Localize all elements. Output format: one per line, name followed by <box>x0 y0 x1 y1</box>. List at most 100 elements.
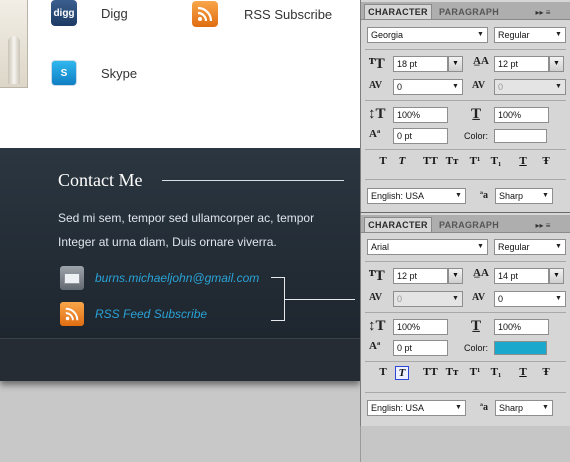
tracking-icon: AV <box>472 292 486 303</box>
leading-dropdown[interactable]: ▼ <box>549 56 564 72</box>
panel-menu-icon[interactable]: ▸▸ ≡ <box>529 218 557 232</box>
vertical-scale-field[interactable]: 100% <box>393 319 448 335</box>
font-style-select[interactable]: Regular ▼ <box>494 239 566 255</box>
chevron-down-icon: ▼ <box>452 83 459 90</box>
underline-button[interactable]: T <box>516 155 530 167</box>
building-thumbnail <box>0 0 28 88</box>
kerning-value: 0 <box>397 82 403 92</box>
font-size-icon: ᵀT <box>369 56 385 72</box>
divider <box>365 392 566 393</box>
antialias-value: Sharp <box>499 403 524 413</box>
font-size-field[interactable]: 18 pt <box>393 56 448 72</box>
language-select[interactable]: English: USA ▼ <box>367 188 466 204</box>
antialias-icon: ªa <box>480 190 488 201</box>
baseline-shift-icon: Aª <box>369 340 381 352</box>
panel-tabbar: CHARACTER PARAGRAPH ▸▸ ≡ <box>361 215 570 233</box>
antialias-select[interactable]: Sharp ▼ <box>495 400 553 416</box>
rss-icon <box>192 1 218 27</box>
font-size-dropdown[interactable]: ▼ <box>448 268 463 284</box>
chevron-down-icon: ▼ <box>542 404 549 411</box>
tracking-icon: AV <box>472 80 486 91</box>
vertical-scale-icon: ↕T <box>368 106 386 122</box>
email-link[interactable]: burns.michaeljohn@gmail.com <box>95 271 259 285</box>
vertical-scale-icon: ↕T <box>368 318 386 334</box>
social-skype[interactable]: S Skype <box>51 60 137 86</box>
social-rss[interactable]: RSS Subscribe <box>192 1 332 27</box>
antialias-select[interactable]: Sharp ▼ <box>495 188 553 204</box>
leading-field[interactable]: 12 pt <box>494 56 549 72</box>
kerning-icon: AV <box>369 292 383 303</box>
horizontal-scale-icon: T̲ <box>471 106 482 122</box>
strikethrough-button[interactable]: Ŧ <box>539 366 553 378</box>
vertical-scale-field[interactable]: 100% <box>393 107 448 123</box>
kerning-select[interactable]: 0 ▼ <box>393 291 463 307</box>
chevron-down-icon: ▼ <box>477 243 484 250</box>
small-caps-button[interactable]: Tт <box>445 155 459 167</box>
annotation-bracket <box>271 277 285 321</box>
superscript-button[interactable]: T¹ <box>468 155 482 167</box>
tracking-value: 0 <box>498 294 504 304</box>
contact-text-line-1: Sed mi sem, tempor sed ullamcorper ac, t… <box>58 211 315 225</box>
rss-feed-icon <box>60 302 84 326</box>
kerning-value: 0 <box>397 294 403 304</box>
tab-character[interactable]: CHARACTER <box>364 4 432 19</box>
font-family-value: Arial <box>371 242 390 252</box>
antialias-icon: ªa <box>480 402 488 413</box>
divider <box>365 179 566 180</box>
all-caps-button[interactable]: TT <box>423 155 438 167</box>
baseline-shift-field[interactable]: 0 pt <box>393 340 448 356</box>
divider <box>365 49 566 50</box>
divider <box>365 312 566 313</box>
chevron-down-icon: ▼ <box>477 31 484 38</box>
font-family-value: Georgia <box>371 30 404 40</box>
panel-menu-icon[interactable]: ▸▸ ≡ <box>529 5 557 19</box>
subscript-button[interactable]: T₁ <box>489 155 503 167</box>
underline-button[interactable]: T <box>516 366 530 378</box>
contact-text-line-2: Integer at urna diam, Duis ornare viverr… <box>58 235 277 249</box>
tracking-select[interactable]: 0 ▼ <box>494 79 566 95</box>
kerning-select[interactable]: 0 ▼ <box>393 79 463 95</box>
language-value: English: USA <box>371 403 425 413</box>
panel-background <box>360 426 570 462</box>
horizontal-scale-field[interactable]: 100% <box>494 319 549 335</box>
divider <box>365 149 566 150</box>
language-select[interactable]: English: USA ▼ <box>367 400 466 416</box>
social-section: digg Digg RSS Subscribe S Skype <box>0 0 360 148</box>
color-swatch[interactable] <box>494 341 547 355</box>
language-value: English: USA <box>371 191 425 201</box>
kerning-icon: AV <box>369 80 383 91</box>
faux-bold-button[interactable]: T <box>376 366 390 378</box>
tab-paragraph[interactable]: PARAGRAPH <box>434 217 504 232</box>
tab-character[interactable]: CHARACTER <box>364 217 432 232</box>
leading-icon: A̲A <box>473 55 489 67</box>
annotation-line <box>285 299 355 300</box>
title-divider <box>162 180 344 181</box>
web-page-preview: digg Digg RSS Subscribe S Skype Contact … <box>0 0 360 462</box>
tracking-select[interactable]: 0 ▼ <box>494 291 566 307</box>
font-family-select[interactable]: Georgia ▼ <box>367 27 488 43</box>
faux-bold-button[interactable]: T <box>376 155 390 167</box>
faux-italic-button[interactable]: T <box>395 366 409 380</box>
color-swatch[interactable] <box>494 129 547 143</box>
subscript-button[interactable]: T₁ <box>489 366 503 378</box>
font-size-field[interactable]: 12 pt <box>393 268 448 284</box>
faux-italic-button[interactable]: T <box>395 155 409 167</box>
all-caps-button[interactable]: TT <box>423 366 438 378</box>
strikethrough-button[interactable]: Ŧ <box>539 155 553 167</box>
leading-field[interactable]: 14 pt <box>494 268 549 284</box>
font-style-select[interactable]: Regular ▼ <box>494 27 566 43</box>
social-digg[interactable]: digg Digg <box>51 0 128 26</box>
superscript-button[interactable]: T¹ <box>468 366 482 378</box>
footer-bottom-bar <box>0 338 360 381</box>
tab-paragraph[interactable]: PARAGRAPH <box>434 4 504 19</box>
rss-feed-row: RSS Feed Subscribe <box>60 302 207 326</box>
leading-dropdown[interactable]: ▼ <box>549 268 564 284</box>
divider <box>365 361 566 362</box>
rss-feed-link[interactable]: RSS Feed Subscribe <box>95 307 207 321</box>
font-size-dropdown[interactable]: ▼ <box>448 56 463 72</box>
chevron-down-icon: ▼ <box>555 83 562 90</box>
small-caps-button[interactable]: Tт <box>445 366 459 378</box>
font-family-select[interactable]: Arial ▼ <box>367 239 488 255</box>
baseline-shift-field[interactable]: 0 pt <box>393 128 448 144</box>
horizontal-scale-field[interactable]: 100% <box>494 107 549 123</box>
